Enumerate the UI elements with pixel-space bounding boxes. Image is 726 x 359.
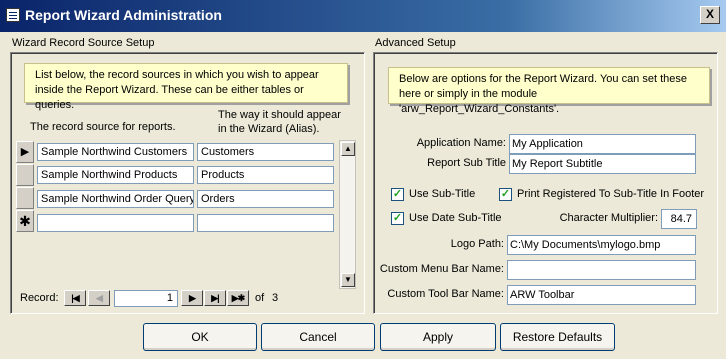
new-alias-cell[interactable] — [197, 214, 334, 232]
scroll-up-icon[interactable]: ▲ — [341, 142, 355, 156]
new-record-icon[interactable]: ▶✱ — [227, 290, 249, 306]
char-multiplier-label: Character Multiplier: — [559, 212, 658, 224]
custom-menu-bar-label: Custom Menu Bar Name: — [379, 263, 504, 275]
datasheet-vertical-scrollbar[interactable] — [339, 140, 356, 289]
print-registered-checkbox[interactable]: ✓ — [499, 188, 512, 201]
use-date-label: Use Date Sub-Title — [409, 212, 502, 224]
window-title: Report Wizard Administration — [25, 7, 222, 23]
use-subtitle-checkbox[interactable]: ✓ — [391, 188, 404, 201]
print-registered-label: Print Registered To Sub-Title In Footer — [517, 188, 705, 200]
record-selector[interactable]: ▶ — [16, 141, 34, 163]
alias-column-header: The way it should appear in the Wizard (… — [218, 109, 341, 135]
custom-menu-bar-field[interactable] — [507, 260, 696, 280]
app-name-field[interactable]: My Application — [509, 134, 696, 154]
logo-path-field[interactable]: C:\My Documents\mylogo.bmp — [507, 235, 696, 255]
scroll-down-icon[interactable]: ▼ — [341, 273, 355, 287]
record-source-cell[interactable]: Sample Northwind Customers — [37, 143, 194, 161]
record-source-cell[interactable]: Sample Northwind Order Query — [37, 190, 194, 208]
new-record-selector[interactable]: ✱ — [16, 210, 34, 232]
custom-tool-bar-field[interactable]: ARW Toolbar — [507, 285, 696, 305]
section-title-advanced: Advanced Setup — [375, 37, 456, 49]
source-column-header: The record source for reports. — [30, 121, 176, 133]
record-source-note: List below, the record sources in which … — [24, 63, 348, 111]
current-record-field[interactable]: 1 — [114, 290, 178, 307]
previous-record-icon[interactable]: ◀ — [88, 290, 110, 306]
use-date-checkbox[interactable]: ✓ — [391, 212, 404, 225]
custom-tool-bar-label: Custom Tool Bar Name: — [387, 288, 504, 300]
form-icon — [6, 8, 20, 22]
subtitle-label: Report Sub Title — [427, 157, 506, 169]
restore-defaults-button[interactable]: Restore Defaults — [500, 323, 615, 351]
char-multiplier-field[interactable]: 84.7 — [661, 209, 697, 229]
alias-cell[interactable]: Customers — [197, 143, 334, 161]
record-total: 3 — [272, 292, 279, 304]
alias-cell[interactable]: Products — [197, 166, 334, 184]
record-selector[interactable] — [16, 187, 34, 209]
advanced-setup-note: Below are options for the Report Wizard.… — [388, 67, 710, 115]
record-selector[interactable] — [16, 164, 34, 186]
use-subtitle-label: Use Sub-Title — [409, 188, 476, 200]
record-nav-label: Record: — [20, 292, 59, 304]
alias-cell[interactable]: Orders — [197, 190, 334, 208]
record-source-cell[interactable]: Sample Northwind Products — [37, 166, 194, 184]
next-record-icon[interactable]: ▶ — [181, 290, 203, 306]
first-record-icon[interactable]: |◀ — [64, 290, 86, 306]
apply-button[interactable]: Apply — [380, 323, 496, 351]
ok-button[interactable]: OK — [143, 323, 257, 351]
last-record-icon[interactable]: ▶| — [204, 290, 226, 306]
subtitle-field[interactable]: My Report Subtitle — [509, 154, 696, 174]
section-title-record-source: Wizard Record Source Setup — [12, 37, 155, 49]
close-button[interactable]: X — [700, 6, 720, 24]
cancel-button[interactable]: Cancel — [261, 323, 375, 351]
logo-path-label: Logo Path: — [450, 238, 504, 250]
new-record-source-cell[interactable] — [37, 214, 194, 232]
record-of-label: of — [255, 292, 265, 304]
app-name-label: Application Name: — [416, 137, 506, 149]
